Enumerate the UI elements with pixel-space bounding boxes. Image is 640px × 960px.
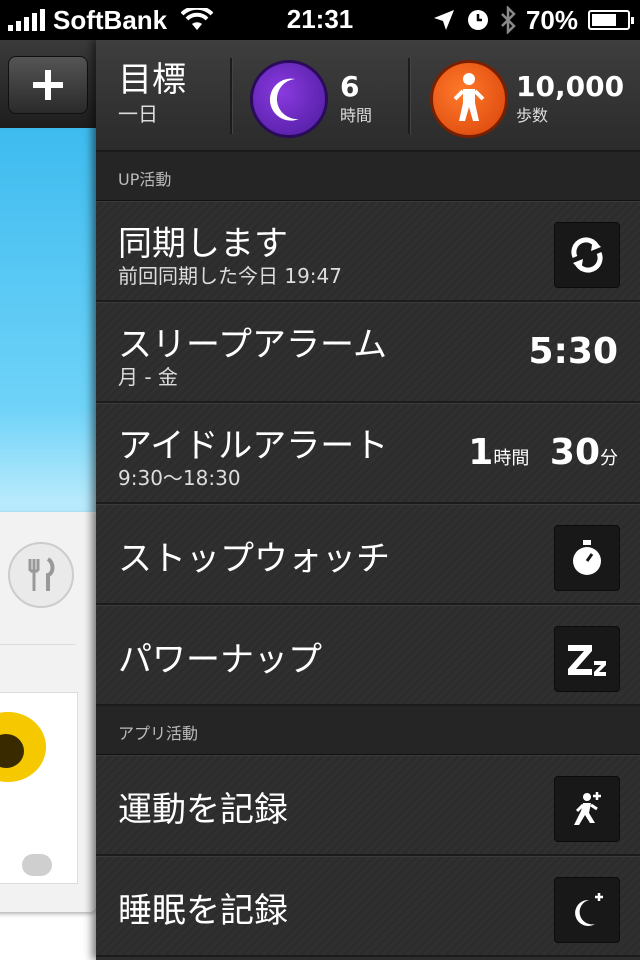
battery-percent: 70% <box>525 4 578 35</box>
section-header-app: アプリ活動 <box>96 706 640 755</box>
steps-goal-value: 10,000 <box>516 70 625 103</box>
wifi-icon <box>181 8 214 30</box>
steps-goal-button[interactable] <box>430 60 508 138</box>
left-toolbar <box>0 40 96 128</box>
sleep-alarm-days: 月 - 金 <box>118 365 178 389</box>
power-nap-button[interactable] <box>554 626 620 692</box>
sleep-goal-unit: 時間 <box>340 106 373 125</box>
sleep-alarm-row[interactable]: スリープアラーム 月 - 金 5:30 <box>96 302 640 403</box>
log-workout-row[interactable]: 運動を記録 <box>96 755 640 856</box>
goal-title: 目標 <box>118 60 186 100</box>
zz-icon <box>568 645 606 676</box>
idle-alert-duration: 1時間 30分 <box>468 432 618 473</box>
alarm-clock-icon <box>467 10 488 30</box>
power-nap-row[interactable]: パワーナップ <box>96 605 640 706</box>
timeline-card-area <box>0 512 96 960</box>
idle-alert-row[interactable]: アイドルアラート 9:30〜18:30 1時間 30分 <box>96 403 640 504</box>
sync-subtitle: 前回同期した今日 19:47 <box>118 264 342 288</box>
sleep-goal-button[interactable] <box>250 60 328 138</box>
moon-icon <box>269 78 299 121</box>
stopwatch-icon <box>573 540 601 575</box>
steps-goal-unit: 歩数 <box>516 106 549 125</box>
sync-row[interactable]: 同期します 前回同期した今日 19:47 <box>96 201 640 302</box>
log-sleep-row[interactable]: 睡眠を記録 <box>96 856 640 957</box>
status-bar: SoftBank 21:31 70% <box>0 0 640 40</box>
section-header-up: UP活動 <box>96 152 640 201</box>
location-icon <box>433 10 454 30</box>
idle-hours: 1 <box>468 432 494 473</box>
divider <box>408 58 411 134</box>
goal-label: 目標 一日 <box>118 62 186 127</box>
log-sleep-button[interactable] <box>554 877 620 943</box>
idle-minutes-unit: 分 <box>600 448 618 469</box>
bluetooth-icon <box>501 6 516 34</box>
idle-hours-unit: 時間 <box>493 448 530 469</box>
signal-icon <box>8 9 45 31</box>
stopwatch-button[interactable] <box>554 525 620 591</box>
sleep-alarm-time: 5:30 <box>528 331 618 372</box>
sleep-alarm-title: スリープアラーム <box>118 325 387 365</box>
battery-icon <box>588 10 634 30</box>
fork-knife-icon <box>28 557 55 591</box>
divider <box>230 58 233 134</box>
background-timeline-panel <box>0 40 96 960</box>
add-button[interactable] <box>8 56 88 114</box>
sleep-goal-value: 6 <box>340 70 360 103</box>
walking-person-icon <box>453 73 485 121</box>
log-workout-title: 運動を記録 <box>118 790 288 830</box>
menu-panel: 目標 一日 6 時間 10,000 歩数 UP活動 同期します 前回同期した今日… <box>96 40 640 960</box>
meal-button[interactable] <box>8 542 74 608</box>
stopwatch-row[interactable]: ストップウォッチ <box>96 504 640 605</box>
idle-alert-title: アイドルアラート <box>118 426 389 466</box>
sync-title: 同期します <box>118 224 288 264</box>
idle-alert-hours-range: 9:30〜18:30 <box>118 466 241 490</box>
idle-minutes: 30 <box>549 432 600 473</box>
sync-icon <box>571 237 603 273</box>
log-sleep-title: 睡眠を記録 <box>118 891 288 931</box>
runner-plus-icon <box>574 792 601 825</box>
carrier-name: SoftBank <box>53 4 168 35</box>
comment-icon[interactable] <box>22 854 52 876</box>
daily-goal-header: 目標 一日 6 時間 10,000 歩数 <box>96 40 640 152</box>
moon-plus-icon <box>575 893 603 926</box>
power-nap-title: パワーナップ <box>118 640 322 680</box>
stopwatch-title: ストップウォッチ <box>118 539 390 579</box>
log-workout-button[interactable] <box>554 776 620 842</box>
sync-button[interactable] <box>554 222 620 288</box>
card-divider <box>0 644 76 645</box>
goal-subtitle: 一日 <box>118 102 158 126</box>
